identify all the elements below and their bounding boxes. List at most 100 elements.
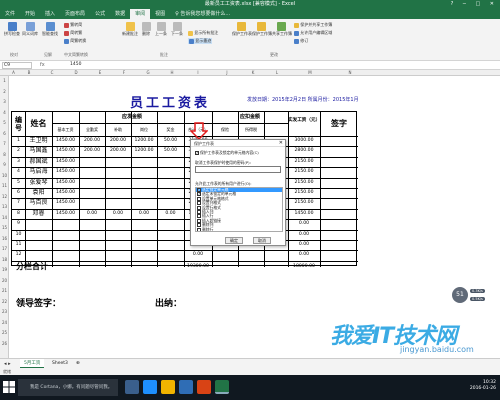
menu-tab-5[interactable]: 数据 bbox=[110, 9, 130, 19]
permissions-list[interactable]: ✓选定锁定单元格 ✓选定未锁定的单元格 设置单元格格式 设置列格式 设置行格式 插入列 插入… bbox=[195, 187, 283, 232]
row-net[interactable]: 2150.00 bbox=[288, 157, 320, 167]
row-header-10[interactable]: 10 bbox=[0, 173, 9, 178]
row-value-4[interactable] bbox=[157, 157, 184, 167]
header-number[interactable]: 编号 bbox=[12, 112, 25, 136]
cortana-search[interactable]: 我是 Cortana，小娜。有问题尽管问我。 bbox=[18, 379, 118, 396]
row-value-4[interactable] bbox=[157, 230, 184, 240]
menu-tab-2[interactable]: 插入 bbox=[40, 9, 60, 19]
allow-edit-ranges-button[interactable]: 允许用户编辑区域 bbox=[294, 30, 332, 36]
row-value-3[interactable] bbox=[131, 230, 157, 240]
row-value-0[interactable]: 1450.00 bbox=[52, 167, 79, 177]
row-value-4[interactable] bbox=[157, 188, 184, 198]
column-header-G[interactable]: G bbox=[136, 70, 160, 75]
row-net[interactable]: 0.00 bbox=[288, 250, 320, 260]
row-value-2[interactable] bbox=[105, 198, 131, 208]
row-header-21[interactable]: 21 bbox=[0, 288, 9, 293]
tab-sheet3[interactable]: Sheet3 bbox=[48, 359, 72, 368]
row-header-16[interactable]: 16 bbox=[0, 236, 9, 241]
row-header-4[interactable]: 4 bbox=[0, 110, 9, 115]
show-ink-button[interactable]: 显示墨迹 bbox=[188, 38, 213, 44]
row-name[interactable]: 马启海 bbox=[25, 167, 52, 177]
row-value-1[interactable] bbox=[79, 157, 105, 167]
row-number[interactable]: 10 bbox=[12, 230, 25, 240]
row-header-20[interactable]: 20 bbox=[0, 278, 9, 283]
row-value-4[interactable] bbox=[157, 198, 184, 208]
row-value-0[interactable]: 1450.00 bbox=[52, 209, 79, 219]
row-value-3[interactable] bbox=[131, 178, 157, 188]
row-net[interactable]: 2800.00 bbox=[288, 146, 320, 156]
row-value-0[interactable]: 1450.00 bbox=[52, 198, 79, 208]
protect-sheet-button[interactable]: 保护工作表 bbox=[232, 22, 252, 37]
column-header-K[interactable]: K bbox=[242, 70, 264, 75]
row-header-8[interactable]: 8 bbox=[0, 152, 9, 157]
column-header-B[interactable]: B bbox=[18, 70, 40, 75]
convert-button[interactable]: 简繁转换 bbox=[64, 38, 86, 44]
row-name[interactable]: 袁阳 bbox=[25, 188, 52, 198]
row-name[interactable]: 马百良 bbox=[25, 198, 52, 208]
ok-button[interactable]: 确定 bbox=[225, 237, 243, 244]
row-number[interactable]: 8 bbox=[12, 209, 25, 219]
tab-nav-icon[interactable]: ◂ ▸ bbox=[4, 361, 11, 367]
row-header-19[interactable]: 19 bbox=[0, 267, 9, 272]
row-value-0[interactable]: 1450.00 bbox=[52, 178, 79, 188]
row-header-1[interactable]: 1 bbox=[0, 78, 9, 83]
total-value[interactable]: 19300.00 bbox=[184, 261, 212, 272]
column-header-D[interactable]: D bbox=[64, 70, 88, 75]
header-due-0[interactable]: 基本工资 bbox=[52, 123, 79, 136]
row-value-4[interactable]: 0.00 bbox=[157, 209, 184, 219]
row-value-0[interactable] bbox=[52, 250, 79, 260]
row-header-26[interactable]: 26 bbox=[0, 341, 9, 346]
column-header-H[interactable]: H bbox=[160, 70, 184, 75]
row-net[interactable]: 2150.00 bbox=[288, 198, 320, 208]
total-label[interactable]: 分栏合计 bbox=[12, 261, 52, 272]
row-value-3[interactable]: 1200.00 bbox=[131, 136, 157, 146]
row-value-1[interactable]: 200.00 bbox=[79, 146, 105, 156]
row-value-3[interactable] bbox=[131, 219, 157, 229]
protect-workbook-button[interactable]: 保护工作簿 bbox=[252, 22, 272, 37]
salary-table[interactable]: 编号姓名应发金额基本工资全勤奖补助岗位奖金合计（元）应扣金额保险所得税实发工资（… bbox=[11, 111, 358, 271]
column-header-C[interactable]: C bbox=[40, 70, 64, 75]
row-value-2[interactable] bbox=[105, 188, 131, 198]
menu-tab-4[interactable]: 公式 bbox=[90, 9, 110, 19]
row-header-5[interactable]: 5 bbox=[0, 120, 9, 125]
header-sign[interactable]: 签字 bbox=[320, 112, 358, 136]
share-workbook-button[interactable]: 共享工作簿 bbox=[272, 22, 292, 37]
row-value-0[interactable]: 1450.00 bbox=[52, 188, 79, 198]
row-number[interactable]: 2 bbox=[12, 146, 25, 156]
header-name[interactable]: 姓名 bbox=[25, 112, 52, 136]
add-sheet-button[interactable]: ⊕ bbox=[72, 359, 84, 368]
task-view-icon[interactable] bbox=[125, 380, 139, 394]
row-number[interactable]: 9 bbox=[12, 219, 25, 229]
track-changes-button[interactable]: 修订 bbox=[294, 38, 308, 44]
row-number[interactable]: 4 bbox=[12, 167, 25, 177]
header-due-3[interactable]: 岗位 bbox=[131, 123, 157, 136]
column-header-A[interactable]: A bbox=[9, 70, 18, 75]
menu-tab-0[interactable]: 文件 bbox=[0, 9, 20, 19]
row-value-3[interactable] bbox=[131, 198, 157, 208]
row-value-2[interactable]: 200.00 bbox=[105, 146, 131, 156]
row-value-3[interactable] bbox=[131, 167, 157, 177]
menu-tab-1[interactable]: 开始 bbox=[20, 9, 40, 19]
row-value-3[interactable] bbox=[131, 188, 157, 198]
system-clock[interactable]: 10:32 2016-01-26 bbox=[470, 380, 496, 392]
smart-lookup-button[interactable]: 智能查找 bbox=[42, 22, 58, 37]
row-net[interactable]: 2150.00 bbox=[288, 178, 320, 188]
row-value-1[interactable] bbox=[79, 198, 105, 208]
row-value-1[interactable]: 0.00 bbox=[79, 209, 105, 219]
row-value-1[interactable] bbox=[79, 167, 105, 177]
row-number[interactable]: 11 bbox=[12, 240, 25, 250]
row-value-4[interactable] bbox=[157, 178, 184, 188]
column-header-L[interactable]: L bbox=[264, 70, 290, 75]
row-value-5[interactable]: 0.00 bbox=[184, 250, 212, 260]
row-header-22[interactable]: 22 bbox=[0, 299, 9, 304]
row-net[interactable]: 2150.00 bbox=[288, 167, 320, 177]
row-value-4[interactable]: 50.00 bbox=[157, 146, 184, 156]
menu-tab-6[interactable]: 审阅 bbox=[130, 9, 151, 19]
thesaurus-button[interactable]: 同义词库 bbox=[22, 22, 38, 37]
row-header-24[interactable]: 24 bbox=[0, 320, 9, 325]
row-value-0[interactable]: 1450.00 bbox=[52, 157, 79, 167]
row-header-6[interactable]: 6 bbox=[0, 131, 9, 136]
row-value-3[interactable] bbox=[131, 250, 157, 260]
windows-start-icon[interactable] bbox=[3, 381, 15, 393]
explorer-icon[interactable] bbox=[161, 380, 175, 394]
